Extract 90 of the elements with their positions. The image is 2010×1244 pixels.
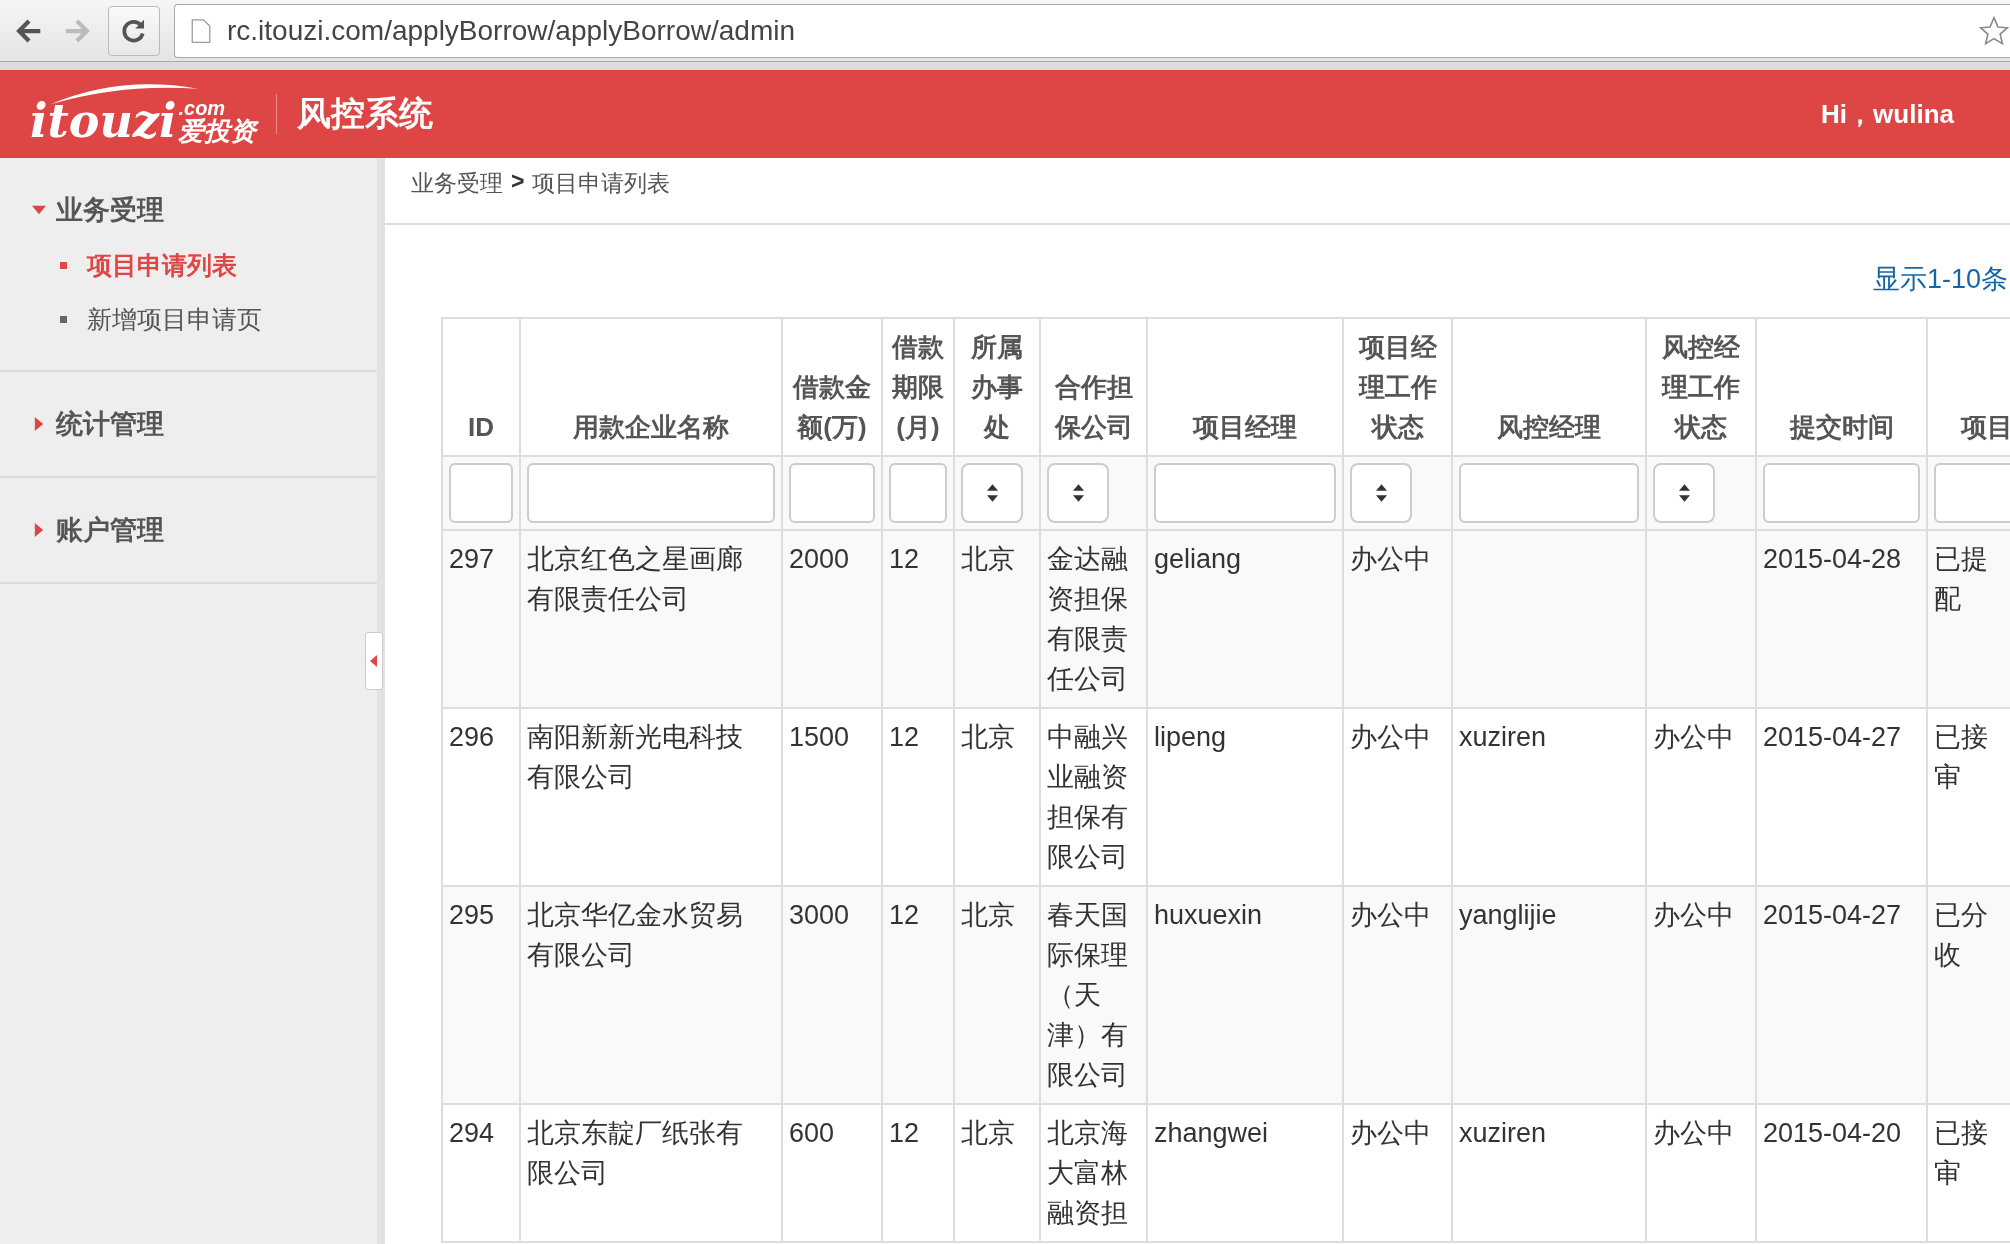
table-cell-text: 春天国际保理（天津）有限公司 <box>1047 899 1129 1092</box>
table-cell-text: lipeng <box>1154 721 1228 754</box>
table-cell-text: 收 <box>1934 939 1962 972</box>
table-cell-text: 2015-04-20 <box>1763 1117 1903 1150</box>
filter-field[interactable] <box>449 463 513 523</box>
table-cell-text: 12 <box>889 1117 921 1150</box>
caret-left-icon <box>370 655 378 667</box>
table-cell-text: 南阳新新光电科技有限公司 <box>527 721 744 794</box>
table-cell-text: 北京红色之星画廊有限责任公司 <box>527 543 744 616</box>
table-cell-text: 办公中 <box>1350 899 1432 932</box>
table-cell-text: 中融兴业融资担保有限公司 <box>1047 721 1129 874</box>
result-summary: 显示1-10条 <box>1872 263 2008 296</box>
column-header: ID <box>442 318 520 456</box>
up-down-arrows-icon <box>986 484 998 502</box>
logo-domain: .com <box>178 98 226 118</box>
filter-field[interactable] <box>1154 463 1336 523</box>
menu-group[interactable]: 统计管理 <box>0 396 377 452</box>
caret-right-icon <box>32 417 46 431</box>
menu-group[interactable]: 业务受理 <box>0 182 377 238</box>
table-cell-text: 2015-04-27 <box>1763 721 1903 754</box>
menu-item[interactable]: 项目申请列表 <box>0 238 377 292</box>
filter-select[interactable] <box>961 463 1023 523</box>
collapse-handle[interactable] <box>365 632 383 690</box>
table-cell-text: 12 <box>889 543 921 576</box>
table-cell-text: 3000 <box>789 899 851 932</box>
star-icon[interactable] <box>1978 14 2010 47</box>
table-cell-text: 办公中 <box>1653 899 1735 932</box>
table-cell-text: yanglijie <box>1459 899 1558 932</box>
up-down-arrows-icon <box>1072 484 1084 502</box>
table-cell-text: 北京 <box>961 1117 1016 1150</box>
filter-select[interactable] <box>1653 463 1715 523</box>
table-cell-text: 办公中 <box>1653 1117 1735 1150</box>
table-cell-text: 1500 <box>789 721 851 754</box>
table-cell-text: 12 <box>889 721 921 754</box>
table-cell-text: 配 <box>1934 583 1962 616</box>
address-bar[interactable]: rc.itouzi.com/applyBorrow/applyBorrow/admin <box>174 3 2010 58</box>
logo-text: itouzi <box>30 98 177 144</box>
table-cell-text: 办公中 <box>1350 721 1432 754</box>
table-cell-text: 294 <box>449 1117 496 1150</box>
table-cell-text: 600 <box>789 1117 836 1150</box>
table-cell-text: huxuexin <box>1154 899 1264 932</box>
filter-select[interactable] <box>1047 463 1109 523</box>
filter-field[interactable] <box>1934 463 2010 523</box>
caret-down-icon <box>32 203 46 217</box>
breadcrumb-separator: > <box>511 168 525 195</box>
filter-field[interactable] <box>789 463 875 523</box>
table-cell-text: 296 <box>449 721 496 754</box>
table-cell-text: 2015-04-27 <box>1763 899 1903 932</box>
up-down-arrows-icon <box>1375 484 1387 502</box>
table-cell-text: xuziren <box>1459 1117 1548 1150</box>
table-cell-text: 已提 <box>1934 543 1989 576</box>
table-cell-text: 12 <box>889 899 921 932</box>
table-cell-text: 金达融资担保有限责任公司 <box>1047 543 1129 696</box>
table-cell-text: 已接 <box>1934 1117 1989 1150</box>
page-icon <box>191 17 211 44</box>
table-cell-text: geliang <box>1154 543 1243 576</box>
table-cell-text: 北京 <box>961 721 1016 754</box>
table-cell-text: 北京华亿金水贸易有限公司 <box>527 899 744 972</box>
table-cell-text: 办公中 <box>1350 1117 1432 1150</box>
up-down-arrows-icon <box>1678 484 1690 502</box>
filter-field[interactable] <box>889 463 947 523</box>
table-cell-text: 办公中 <box>1653 721 1735 754</box>
filter-field[interactable] <box>1459 463 1639 523</box>
breadcrumb-current: 项目申请列表 <box>532 169 671 198</box>
table-cell-text: 审 <box>1934 761 1962 794</box>
table-cell-text: 295 <box>449 899 496 932</box>
table-cell-text: xuziren <box>1459 721 1548 754</box>
reload-button[interactable] <box>108 5 160 56</box>
table-cell-text: 297 <box>449 543 496 576</box>
menu-group[interactable]: 账户管理 <box>0 502 377 558</box>
filter-field[interactable] <box>527 463 775 523</box>
table-cell-text: 已接 <box>1934 721 1989 754</box>
table-cell-text: 已分 <box>1934 899 1989 932</box>
filter-field[interactable] <box>1763 463 1920 523</box>
table-cell-text: zhangwei <box>1154 1117 1270 1150</box>
table-cell-text: 2015-04-28 <box>1763 543 1903 576</box>
table-cell-text: 审 <box>1934 1157 1962 1190</box>
table-cell-text: 北京东靛厂纸张有限公司 <box>527 1117 744 1190</box>
caret-right-icon <box>32 523 46 537</box>
user-greeting: Hi，wulina <box>1821 97 1954 131</box>
filter-select[interactable] <box>1350 463 1412 523</box>
system-title: 风控系统 <box>297 93 434 134</box>
breadcrumb-link[interactable]: 业务受理 <box>411 168 503 199</box>
table-cell-text: 北京海大富林融资担 <box>1047 1117 1129 1230</box>
menu-item[interactable]: 新增项目申请页 <box>0 292 377 346</box>
table-cell-text: 北京 <box>961 543 1016 576</box>
table-cell-text: 2000 <box>789 543 851 576</box>
table-cell-text: 办公中 <box>1350 543 1432 576</box>
logo-chinese: 爱投资 <box>178 118 257 144</box>
table-cell-text: 北京 <box>961 899 1016 932</box>
